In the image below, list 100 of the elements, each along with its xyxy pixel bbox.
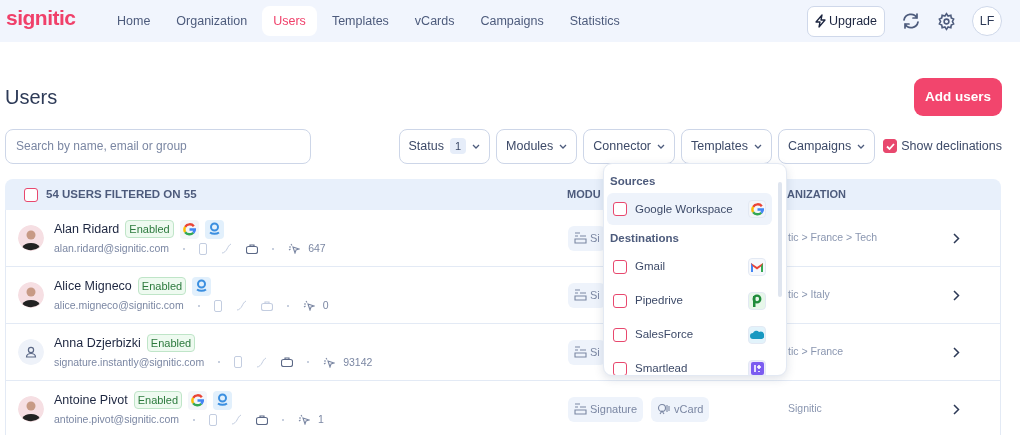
chevron-right-icon[interactable]	[953, 233, 960, 245]
g-logo-icon	[192, 276, 212, 296]
g-logo-icon	[213, 390, 233, 410]
scrollbar[interactable]	[778, 182, 782, 297]
chevron-right-icon[interactable]	[953, 347, 960, 359]
user-email: alan.ridard@signitic.com	[54, 240, 170, 256]
menu-item[interactable]: Gmail	[607, 250, 772, 283]
mobile-icon	[209, 413, 218, 426]
vcard-icon	[657, 403, 672, 415]
google-icon	[748, 200, 766, 219]
column-header: MODU	[567, 187, 602, 203]
user-email: antoine.pivot@signitic.com	[54, 411, 180, 427]
nav-tab[interactable]: Statistics	[558, 5, 631, 37]
menu-item[interactable]: Pipedrive	[607, 284, 772, 317]
mobile-icon	[234, 356, 243, 369]
g-logo-icon	[204, 219, 224, 239]
user-name[interactable]: Alan Ridard	[54, 219, 120, 239]
google-icon	[179, 219, 199, 239]
filter-dropdown[interactable]: Status 1	[398, 128, 491, 164]
organization-path: Signitic	[788, 401, 823, 417]
nav-tab[interactable]: Campaigns	[469, 5, 555, 37]
filter-dropdown[interactable]: Templates	[681, 128, 772, 164]
phone-icon	[235, 300, 247, 311]
menu-section-title: Destinations	[609, 231, 680, 247]
module-chip: Si	[568, 282, 606, 308]
module-chip: Si	[568, 339, 606, 365]
click-count: 93142	[343, 354, 373, 370]
mobile-icon	[199, 242, 208, 255]
user-name[interactable]: Antoine Pivot	[54, 390, 128, 410]
module-chip: vCard	[651, 396, 710, 422]
upgrade-button[interactable]: Upgrade	[807, 5, 885, 37]
avatar-icon	[18, 225, 44, 251]
checkbox[interactable]	[613, 327, 627, 342]
nav-tab[interactable]: Organization	[165, 5, 259, 37]
status-badge: Enabled	[146, 333, 196, 353]
click-icon	[288, 243, 301, 254]
module-chip: Si	[568, 225, 606, 251]
cloud-logo-icon	[748, 325, 766, 344]
p-logo-icon	[748, 291, 766, 310]
google-icon	[188, 390, 208, 410]
phone-icon	[231, 414, 243, 425]
nav-tab[interactable]: vCards	[403, 5, 466, 37]
menu-item[interactable]: Google Workspace	[607, 193, 772, 226]
bolt-icon	[815, 14, 827, 28]
chevron-right-icon[interactable]	[953, 404, 960, 416]
status-badge: Enabled	[125, 219, 174, 239]
mobile-icon	[213, 299, 222, 312]
menu-section-title: Sources	[609, 174, 657, 189]
settings-icon[interactable]	[937, 11, 956, 31]
page-title: Users	[5, 85, 58, 110]
status-badge: Enabled	[137, 276, 187, 296]
checkbox[interactable]	[613, 361, 627, 375]
click-count: 1	[318, 411, 324, 427]
signature-icon	[574, 232, 587, 244]
chevron-down-icon	[472, 143, 481, 149]
menu-item[interactable]: Smartlead	[607, 352, 772, 375]
checkbox-label: Show declinations	[901, 137, 1002, 155]
filter-dropdown[interactable]: Campaigns	[778, 128, 876, 164]
checkbox[interactable]	[883, 139, 898, 153]
nav-tab[interactable]: Home	[106, 5, 162, 37]
organization-path: tic > Italy	[788, 287, 831, 303]
click-icon	[298, 414, 311, 425]
click-count: 0	[322, 297, 329, 313]
chevron-down-icon	[657, 143, 665, 149]
avatar-icon	[18, 282, 44, 308]
signature-icon	[574, 289, 587, 301]
organization-path: tic > France > Tech	[788, 230, 879, 246]
filter-dropdown[interactable]: Modules	[496, 128, 578, 164]
click-icon	[302, 300, 315, 311]
add-users-button[interactable]: Add users	[913, 77, 1002, 117]
select-all-checkbox[interactable]	[24, 187, 38, 202]
checkbox[interactable]	[613, 293, 627, 308]
user-name[interactable]: Alice Migneco	[54, 276, 132, 296]
checkbox[interactable]	[613, 259, 627, 274]
chevron-right-icon[interactable]	[953, 290, 960, 302]
sync-icon[interactable]	[901, 12, 921, 30]
results-summary: 54 USERS FILTERED ON 55	[46, 186, 197, 202]
avatar-icon	[18, 396, 44, 422]
chevron-down-icon	[857, 143, 866, 149]
signature-icon	[574, 403, 587, 415]
nav-tab[interactable]: Templates	[320, 5, 400, 37]
account-avatar[interactable]: LF	[972, 6, 1002, 36]
click-count: 647	[308, 240, 326, 256]
avatar-icon	[18, 339, 44, 365]
phone-icon	[256, 356, 268, 368]
user-name[interactable]: Anna Dzjerbizki	[54, 333, 141, 353]
search-field[interactable]: Search by name, email or group	[5, 128, 311, 164]
click-icon	[323, 356, 336, 368]
phone-icon	[221, 243, 233, 254]
menu-item[interactable]: SalesForce	[607, 318, 772, 351]
nav-tab[interactable]: Users	[262, 5, 317, 37]
count-badge: 1	[449, 137, 467, 155]
user-email: alice.migneco@signitic.com	[54, 297, 184, 313]
chevron-down-icon	[754, 143, 762, 149]
signature-icon	[574, 346, 587, 358]
column-header: ANIZATION	[787, 187, 848, 203]
status-badge: Enabled	[133, 390, 183, 410]
filter-dropdown[interactable]: Connector	[583, 128, 675, 164]
checkbox[interactable]	[613, 202, 627, 217]
module-chip: Signature	[568, 396, 644, 422]
